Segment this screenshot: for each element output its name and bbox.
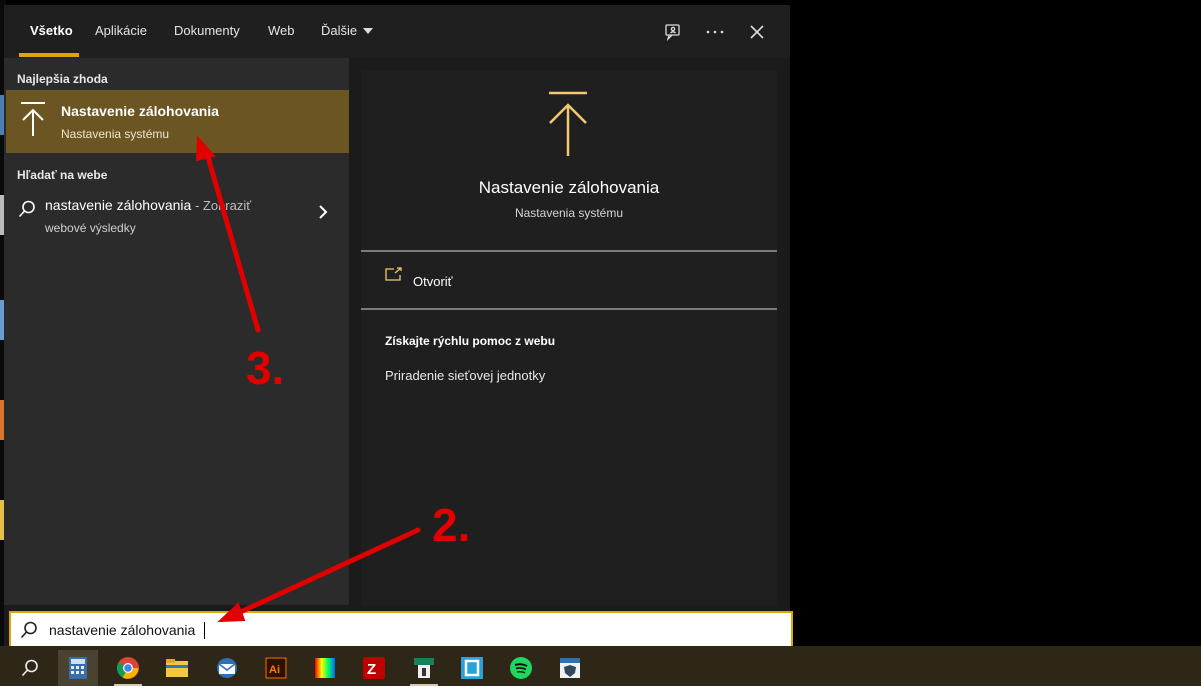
annotation-arrow-2 [233, 527, 421, 617]
annotation-step-3: 3. [246, 342, 285, 394]
annotation-arrow-3-head [195, 135, 216, 162]
annotation-layer [195, 135, 421, 623]
annotation-arrow-2-head [217, 602, 246, 623]
annotation-step-2: 2. [432, 499, 471, 551]
annotation-arrow-3 [203, 147, 261, 333]
